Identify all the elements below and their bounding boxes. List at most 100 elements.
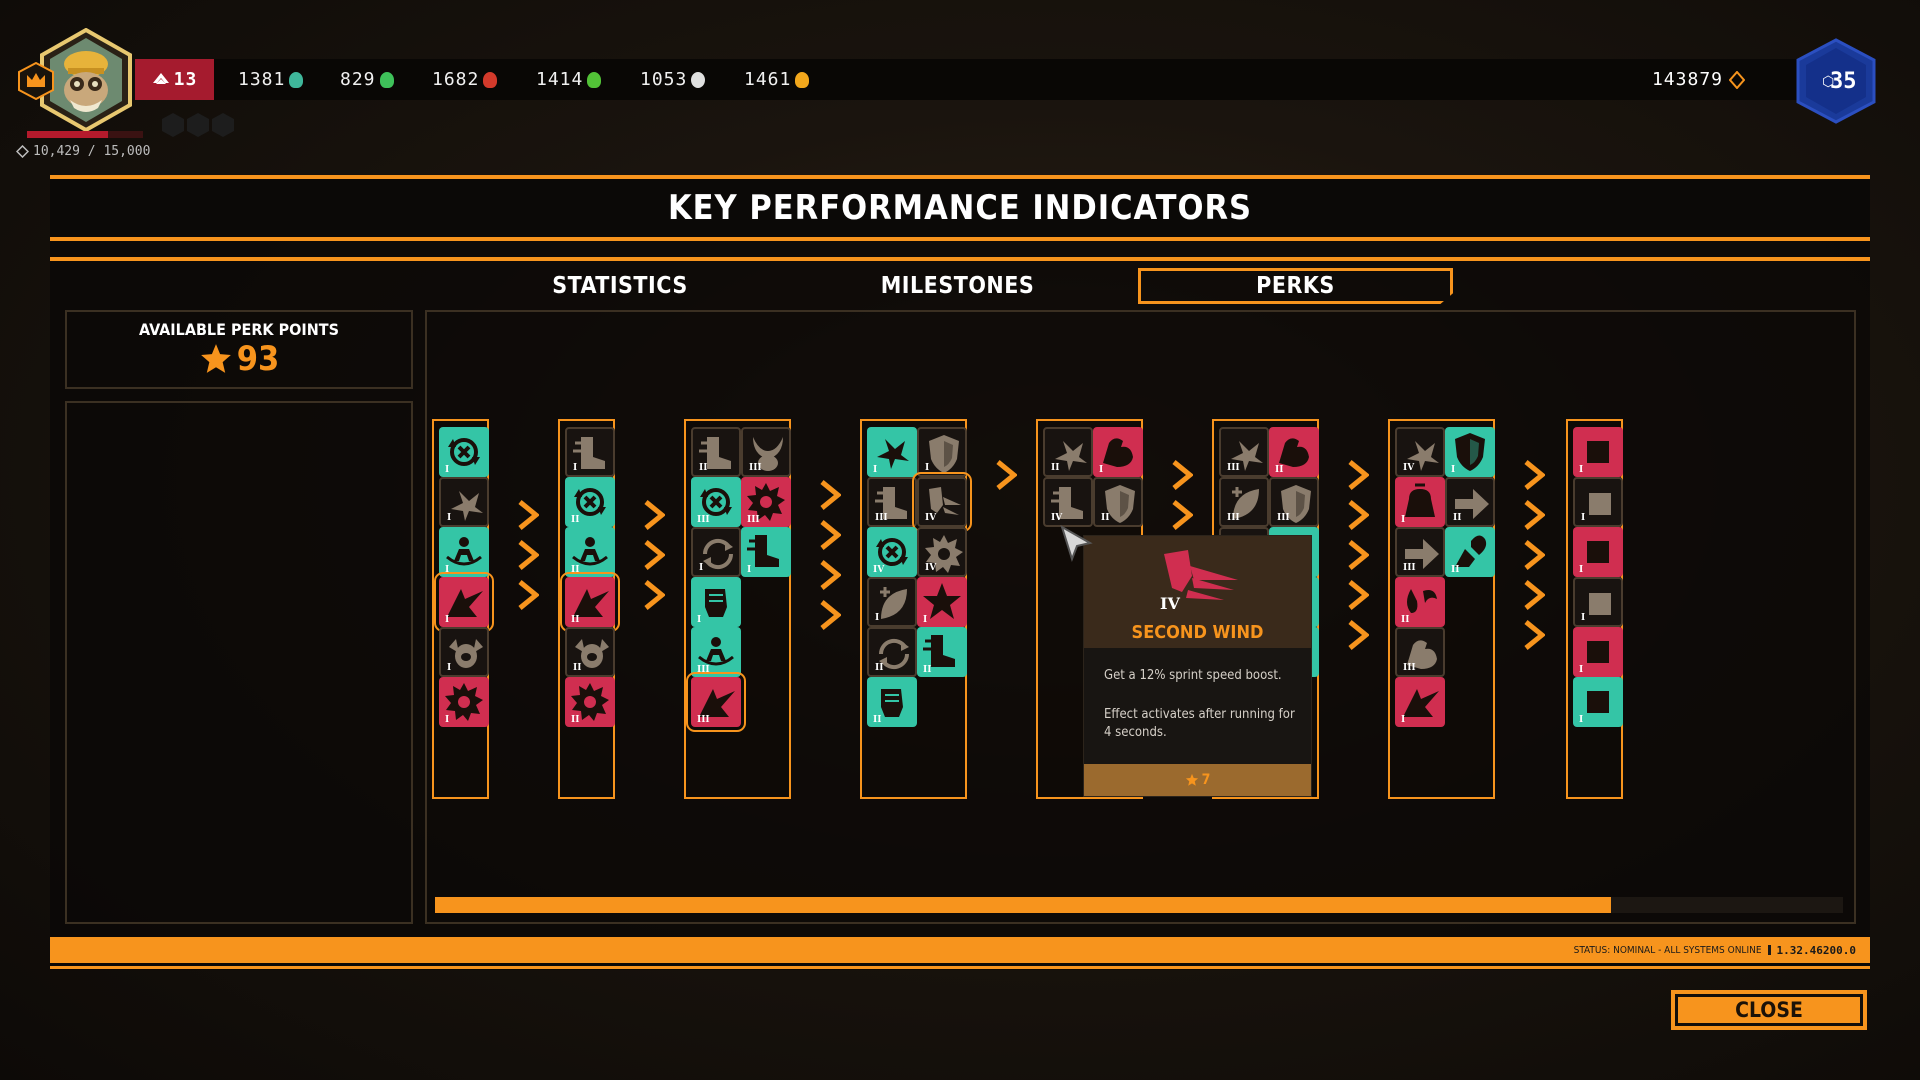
perk-node[interactable]: I	[917, 427, 967, 477]
perk-points-display: 93	[199, 339, 280, 379]
perk-node[interactable]: IV	[1395, 427, 1445, 477]
perk-points-value: 93	[236, 339, 280, 379]
perk-tier-label: I	[873, 465, 878, 475]
perk-node[interactable]: I	[1395, 677, 1445, 727]
credits: 143879	[1652, 59, 1745, 100]
chevron-right-icon	[820, 600, 841, 630]
perk-node[interactable]: III	[1219, 427, 1269, 477]
perk-tier-label: I	[747, 565, 752, 575]
perk-node[interactable]: II	[867, 627, 917, 677]
resource-4-value: 1414	[536, 69, 584, 90]
perk-node[interactable]: I	[434, 572, 494, 632]
perk-node[interactable]: II	[867, 677, 917, 727]
perk-node[interactable]: I	[1573, 677, 1623, 727]
close-button[interactable]: CLOSE	[1671, 990, 1867, 1030]
perk-node[interactable]: II	[691, 427, 741, 477]
perk-tier-label: II	[1051, 463, 1060, 473]
chevron-right-icon	[1524, 580, 1545, 610]
perk-node[interactable]: I	[565, 427, 615, 477]
perk-node[interactable]: I	[867, 427, 917, 477]
perk-node[interactable]: I	[439, 527, 489, 577]
perk-tier-label: I	[1581, 513, 1586, 523]
perk-node[interactable]: I	[1573, 577, 1623, 627]
perk-node[interactable]: III	[1269, 477, 1319, 527]
perk-node[interactable]: II	[565, 527, 615, 577]
perk-node[interactable]: III	[1395, 527, 1445, 577]
chevron-right-icon	[1524, 460, 1545, 490]
perk-node[interactable]: I	[917, 577, 967, 627]
scrollbar-thumb[interactable]	[435, 897, 1611, 913]
tab-statistics[interactable]: STATISTICS	[520, 268, 720, 304]
perk-node[interactable]: I	[1573, 477, 1623, 527]
crystal-icon	[289, 71, 304, 88]
tab-perks[interactable]: PERKS	[1138, 268, 1453, 304]
perk-node[interactable]: III	[691, 627, 741, 677]
perk-node[interactable]: III	[741, 477, 791, 527]
perk-tier-label: III	[1277, 513, 1290, 523]
chevron-right-icon	[1172, 500, 1193, 530]
perk-node[interactable]: I	[439, 627, 489, 677]
perk-node[interactable]: I	[1445, 427, 1495, 477]
star-icon	[1185, 773, 1198, 786]
perk-node[interactable]: III	[867, 477, 917, 527]
resource-1-value: 1381	[238, 69, 286, 90]
perk-node[interactable]: IV	[867, 527, 917, 577]
perk-tier-label: I	[1579, 665, 1584, 675]
perk-node[interactable]: I	[1573, 527, 1623, 577]
perk-node[interactable]: I	[691, 577, 741, 627]
chevron-right-icon	[644, 540, 665, 570]
perk-tier-label: III	[1403, 663, 1416, 673]
perk-node[interactable]: III	[691, 477, 741, 527]
perk-node[interactable]: II	[1445, 477, 1495, 527]
perk-tier-label: II	[571, 515, 580, 525]
perk-node[interactable]: I	[1093, 427, 1143, 477]
perk-node[interactable]: II	[565, 477, 615, 527]
perk-node[interactable]: II	[565, 677, 615, 727]
perk-column: I II II II II II	[558, 419, 620, 799]
perk-tier-label: IV	[1403, 463, 1415, 473]
tooltip-tier: IV	[1160, 594, 1180, 613]
perk-node[interactable]: I	[439, 477, 489, 527]
perk-node[interactable]: I	[439, 427, 489, 477]
tab-milestones[interactable]: MILESTONES	[855, 268, 1060, 304]
empty-slots	[162, 113, 234, 137]
rank-badge: 13	[135, 59, 214, 100]
credits-value: 143879	[1651, 69, 1723, 90]
perk-node[interactable]: IV	[912, 472, 972, 532]
perk-node[interactable]: II	[560, 572, 620, 632]
perk-node[interactable]: IV	[1043, 477, 1093, 527]
perk-node[interactable]: I	[1395, 477, 1445, 527]
resource-1: 1381	[238, 59, 304, 100]
resource-5-value: 1053	[640, 69, 688, 90]
perk-node[interactable]: I	[1573, 427, 1623, 477]
perk-node[interactable]: I	[691, 527, 741, 577]
perk-tier-label: I	[1401, 515, 1406, 525]
perk-node[interactable]: I	[1573, 627, 1623, 677]
ember-icon	[483, 71, 498, 88]
perk-tier-label: III	[697, 715, 710, 725]
perk-node[interactable]: II	[1269, 427, 1319, 477]
slot-hex-icon	[212, 113, 234, 137]
chevron-right-icon	[644, 500, 665, 530]
perk-node[interactable]: II	[1043, 427, 1093, 477]
chevron-right-icon	[1524, 620, 1545, 650]
perk-node[interactable]: II	[1445, 527, 1495, 577]
perk-tier-label: I	[447, 513, 452, 523]
resource-2-value: 829	[340, 69, 376, 90]
perk-node[interactable]: III	[1395, 627, 1445, 677]
perk-tree-scrollbar[interactable]	[435, 897, 1843, 913]
perk-node[interactable]: III	[1219, 477, 1269, 527]
perk-tier-label: I	[445, 565, 450, 575]
orb-icon	[691, 71, 706, 88]
perk-node[interactable]: II	[1395, 577, 1445, 627]
perk-node[interactable]: I	[741, 527, 791, 577]
perk-tier-label: IV	[925, 513, 937, 523]
perk-node[interactable]: III	[686, 672, 746, 732]
perk-node[interactable]: IV	[917, 527, 967, 577]
perk-node[interactable]: II	[565, 627, 615, 677]
perk-node[interactable]: II	[1093, 477, 1143, 527]
perk-node[interactable]: I	[439, 677, 489, 727]
perk-node[interactable]: II	[917, 627, 967, 677]
perk-node[interactable]: III	[741, 427, 791, 477]
perk-node[interactable]: I	[867, 577, 917, 627]
